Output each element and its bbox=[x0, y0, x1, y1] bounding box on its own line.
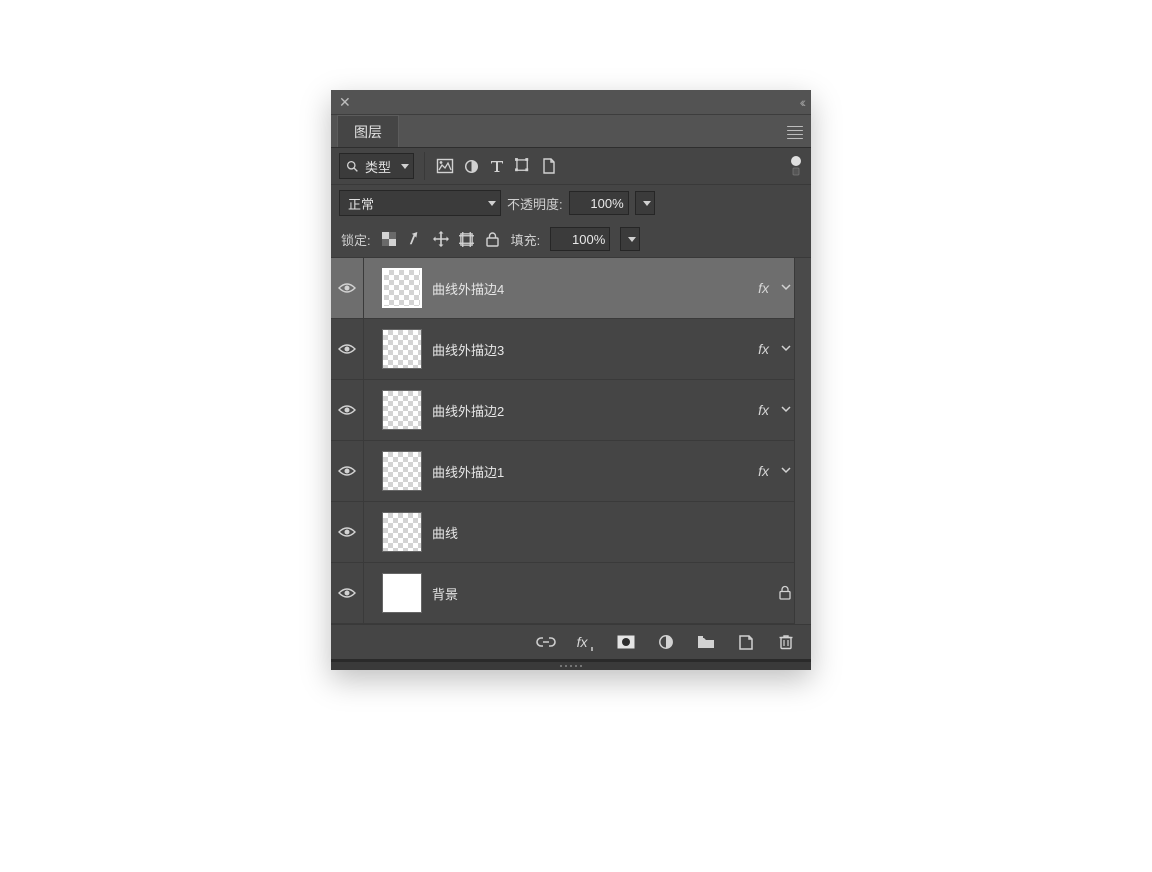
layer-row[interactable]: 曲线外描边4 fx bbox=[331, 258, 811, 319]
fill-input[interactable]: 100% bbox=[550, 227, 610, 251]
link-layers-icon[interactable] bbox=[537, 633, 555, 651]
lock-artboard-icon[interactable] bbox=[459, 231, 475, 247]
layer-name-label[interactable]: 背景 bbox=[432, 584, 769, 603]
filter-toggle-switch[interactable] bbox=[789, 156, 803, 176]
lock-icon[interactable] bbox=[779, 586, 791, 600]
visibility-eye-icon[interactable] bbox=[331, 441, 364, 501]
lock-position-icon[interactable] bbox=[433, 231, 449, 247]
layer-row[interactable]: 曲线外描边3 fx bbox=[331, 319, 811, 380]
chevron-down-icon[interactable] bbox=[781, 465, 791, 477]
filter-smart-object-icon[interactable] bbox=[539, 156, 559, 176]
layer-thumbnail[interactable] bbox=[382, 390, 422, 430]
layer-row[interactable]: 曲线外描边2 fx bbox=[331, 380, 811, 441]
chevron-down-icon bbox=[488, 201, 496, 206]
layer-thumbnail[interactable] bbox=[382, 451, 422, 491]
lock-label: 锁定: bbox=[341, 230, 371, 249]
fx-indicator[interactable]: fx bbox=[758, 402, 769, 418]
chevron-down-icon bbox=[401, 164, 409, 169]
layer-thumbnail[interactable] bbox=[382, 573, 422, 613]
filter-adjustment-layer-icon[interactable] bbox=[461, 156, 481, 176]
fill-dropdown-button[interactable] bbox=[620, 227, 640, 251]
lock-transparent-pixels-icon[interactable] bbox=[381, 231, 397, 247]
layer-list: 曲线外描边4 fx 曲线外描边3 fx 曲线外描边2 fx 曲线外描边1 fx 曲线背景 bbox=[331, 258, 811, 624]
close-icon[interactable]: ✕ bbox=[339, 95, 351, 109]
filter-kind-dropdown[interactable]: 类型 bbox=[339, 153, 414, 179]
layer-thumbnail[interactable] bbox=[382, 512, 422, 552]
layer-group-icon[interactable] bbox=[697, 633, 715, 651]
layer-name-label[interactable]: 曲线外描边1 bbox=[432, 462, 748, 481]
fill-value: 100% bbox=[572, 232, 605, 247]
visibility-eye-icon[interactable] bbox=[331, 380, 364, 440]
blend-mode-dropdown[interactable]: 正常 bbox=[339, 190, 501, 216]
tab-layers[interactable]: 图层 bbox=[337, 115, 399, 147]
fx-indicator[interactable]: fx bbox=[758, 463, 769, 479]
opacity-input[interactable]: 100% bbox=[569, 191, 629, 215]
panel-resize-handle[interactable] bbox=[331, 662, 811, 670]
chevron-down-icon bbox=[643, 201, 651, 206]
opacity-value: 100% bbox=[590, 196, 623, 211]
chevron-down-icon bbox=[628, 237, 636, 242]
panel-titlebar: ✕ ‹‹ bbox=[331, 90, 811, 115]
tab-bar: 图层 bbox=[331, 115, 811, 147]
layer-row[interactable]: 背景 bbox=[331, 563, 811, 624]
lock-row: 锁定: 填充: 100% bbox=[331, 221, 811, 258]
layers-panel: ✕ ‹‹ 图层 类型 bbox=[331, 90, 811, 670]
layer-name-label[interactable]: 曲线外描边3 bbox=[432, 340, 748, 359]
lock-image-pixels-icon[interactable] bbox=[407, 231, 423, 247]
blend-row: 正常 不透明度: 100% bbox=[331, 185, 811, 221]
layer-thumbnail[interactable] bbox=[382, 268, 422, 308]
visibility-eye-icon[interactable] bbox=[331, 258, 364, 318]
collapse-icon[interactable]: ‹‹ bbox=[800, 94, 803, 110]
fill-label[interactable]: 填充: bbox=[511, 230, 541, 249]
panel-body: 类型 bbox=[331, 147, 811, 662]
visibility-eye-icon[interactable] bbox=[331, 502, 364, 562]
filter-kind-label: 类型 bbox=[365, 157, 391, 176]
layer-bottom-toolbar: fx bbox=[331, 624, 811, 659]
visibility-eye-icon[interactable] bbox=[331, 563, 364, 623]
new-layer-icon[interactable] bbox=[737, 633, 755, 651]
layer-name-label[interactable]: 曲线 bbox=[432, 523, 791, 542]
lock-all-icon[interactable] bbox=[485, 231, 501, 247]
layer-thumbnail[interactable] bbox=[382, 329, 422, 369]
tab-label: 图层 bbox=[354, 124, 382, 140]
filter-type-layer-icon[interactable] bbox=[487, 156, 507, 176]
delete-layer-icon[interactable] bbox=[777, 633, 795, 651]
layer-row[interactable]: 曲线外描边1 fx bbox=[331, 441, 811, 502]
filter-row: 类型 bbox=[331, 148, 811, 185]
chevron-down-icon[interactable] bbox=[781, 343, 791, 355]
chevron-down-icon[interactable] bbox=[781, 282, 791, 294]
chevron-down-icon[interactable] bbox=[781, 404, 791, 416]
visibility-eye-icon[interactable] bbox=[331, 319, 364, 379]
blend-mode-label: 正常 bbox=[348, 194, 374, 213]
layer-effects-icon[interactable]: fx bbox=[577, 633, 595, 651]
opacity-dropdown-button[interactable] bbox=[635, 191, 655, 215]
fx-indicator[interactable]: fx bbox=[758, 341, 769, 357]
opacity-label[interactable]: 不透明度: bbox=[507, 194, 563, 213]
layer-mask-icon[interactable] bbox=[617, 633, 635, 651]
filter-shape-layer-icon[interactable] bbox=[513, 156, 533, 176]
scrollbar[interactable] bbox=[794, 258, 811, 624]
layer-name-label[interactable]: 曲线外描边2 bbox=[432, 401, 748, 420]
menu-icon[interactable] bbox=[787, 126, 803, 147]
filter-pixel-layer-icon[interactable] bbox=[435, 156, 455, 176]
layer-name-label[interactable]: 曲线外描边4 bbox=[432, 279, 748, 298]
fx-indicator[interactable]: fx bbox=[758, 280, 769, 296]
adjustment-layer-icon[interactable] bbox=[657, 633, 675, 651]
layer-row[interactable]: 曲线 bbox=[331, 502, 811, 563]
